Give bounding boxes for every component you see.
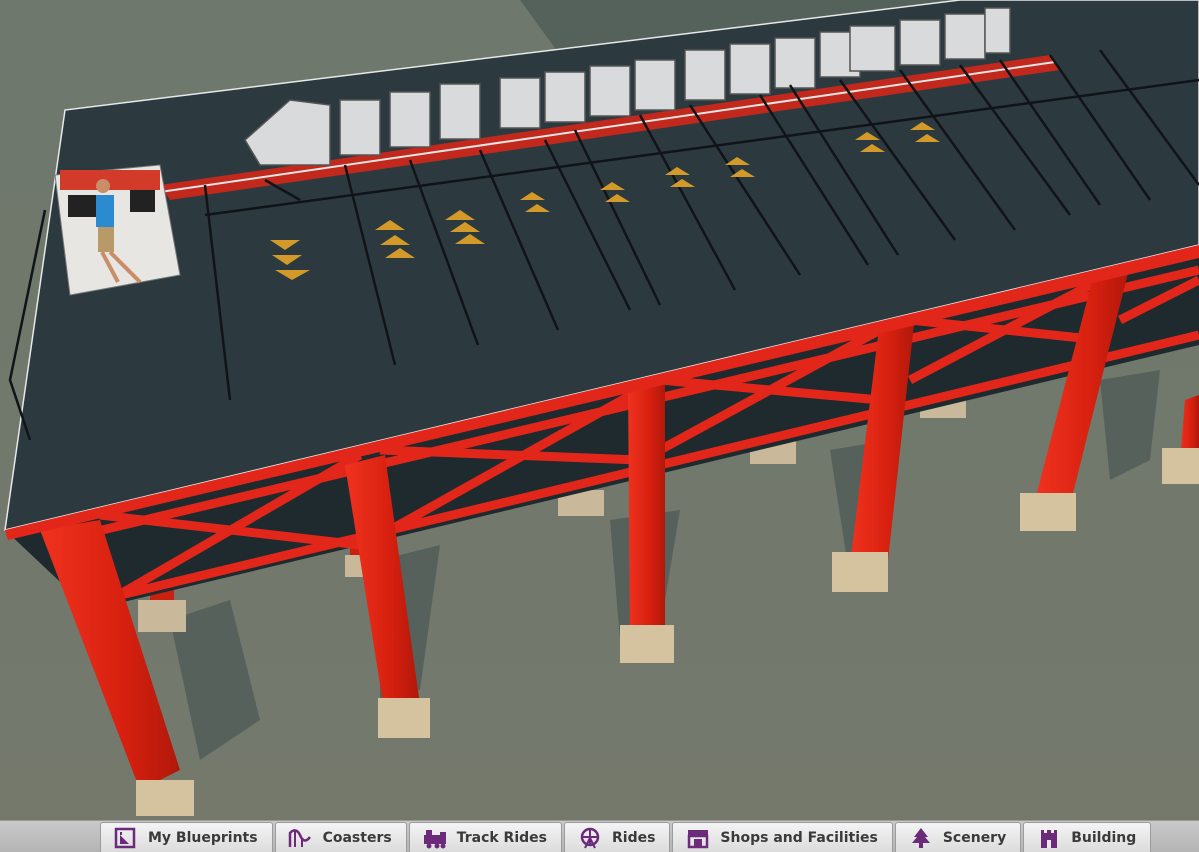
tab-strip: My Blueprints Coasters Track Rides Rides…: [100, 821, 1153, 852]
tree-icon: [908, 827, 934, 849]
game-viewport[interactable]: [0, 0, 1199, 851]
build-toolbar: My Blueprints Coasters Track Rides Rides…: [0, 820, 1199, 852]
tab-coasters[interactable]: Coasters: [274, 822, 407, 852]
tab-label: Rides: [611, 829, 656, 846]
tab-label: My Blueprints: [148, 829, 258, 846]
blueprint-icon: [113, 827, 139, 849]
tab-shops-and-facilities[interactable]: Shops and Facilities: [672, 822, 893, 852]
operator-booth: [54, 164, 181, 296]
tab-scenery[interactable]: Scenery: [894, 822, 1022, 852]
tab-building[interactable]: Building: [1023, 822, 1152, 852]
tab-rides[interactable]: Rides: [563, 822, 671, 852]
castle-icon: [1036, 827, 1062, 849]
tab-label: Scenery: [942, 829, 1007, 846]
tab-my-blueprints[interactable]: My Blueprints: [100, 822, 273, 852]
tab-label: Track Rides: [456, 829, 547, 846]
tab-label: Shops and Facilities: [720, 829, 878, 846]
tab-track-rides[interactable]: Track Rides: [408, 822, 562, 852]
ferris-wheel-icon: [577, 827, 603, 849]
tab-label: Building: [1071, 829, 1137, 846]
coaster-icon: [288, 827, 314, 849]
shop-icon: [685, 827, 711, 849]
tab-label: Coasters: [322, 829, 392, 846]
train-icon: [422, 827, 448, 849]
